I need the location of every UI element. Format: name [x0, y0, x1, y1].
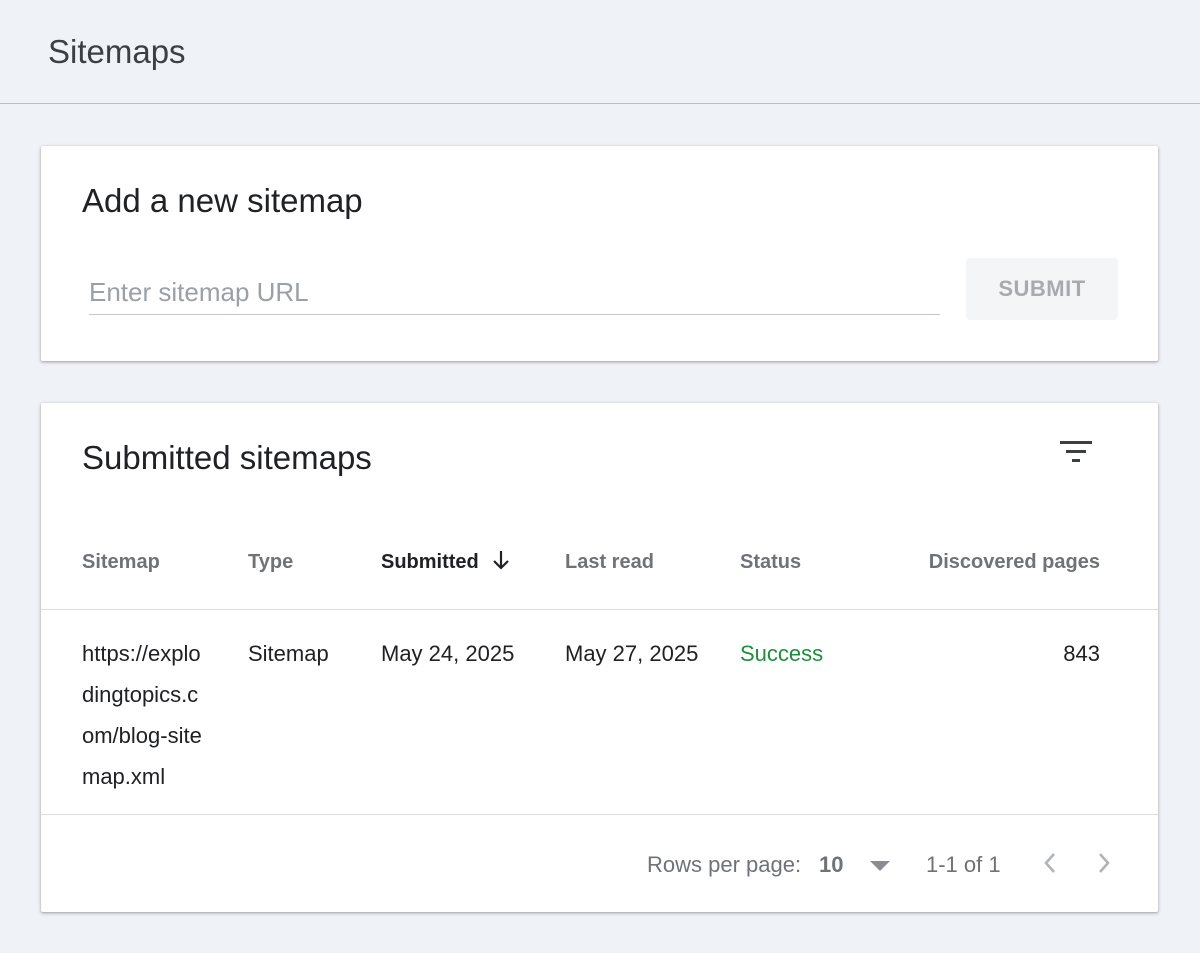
- page-title: Sitemaps: [48, 33, 186, 70]
- page-range: 1-1 of 1: [926, 852, 1001, 877]
- rows-per-page-select[interactable]: 10: [819, 851, 843, 879]
- submitted-sitemaps-card: Submitted sitemaps Sitemap Type Submitte…: [41, 403, 1158, 912]
- pagination-footer: Rows per page: 10 1-1 of 1: [41, 815, 1158, 912]
- submitted-date-cell: May 24, 2025: [381, 641, 515, 666]
- column-header-discovered-pages[interactable]: Discovered pages: [929, 549, 1100, 575]
- page-header: Sitemaps: [0, 0, 1200, 104]
- chevron-right-icon[interactable]: [1093, 850, 1115, 876]
- last-read-cell: May 27, 2025: [565, 641, 699, 666]
- column-header-submitted[interactable]: Submitted: [381, 549, 511, 575]
- add-sitemap-title: Add a new sitemap: [82, 182, 363, 219]
- status-badge: Success: [740, 641, 824, 666]
- table-header: Sitemap Type Submitted Last read Status …: [41, 533, 1158, 610]
- submit-button[interactable]: SUBMIT: [966, 258, 1118, 320]
- chevron-left-icon[interactable]: [1039, 850, 1061, 876]
- sitemap-url-cell: https://explodingtopics.com/blog-sitemap…: [82, 641, 202, 789]
- column-header-type[interactable]: Type: [248, 549, 293, 575]
- filter-icon[interactable]: [1059, 439, 1093, 465]
- discovered-pages-cell: 843: [1063, 641, 1100, 666]
- type-cell: Sitemap: [248, 641, 329, 666]
- add-sitemap-card: Add a new sitemap SUBMIT: [41, 146, 1158, 361]
- dropdown-arrow-icon[interactable]: [869, 859, 891, 873]
- table-row[interactable]: https://explodingtopics.com/blog-sitemap…: [41, 610, 1158, 815]
- column-header-sitemap[interactable]: Sitemap: [82, 549, 160, 575]
- rows-per-page-label: Rows per page:: [647, 852, 802, 877]
- column-header-last-read[interactable]: Last read: [565, 549, 654, 575]
- arrow-down-icon: [493, 550, 509, 570]
- column-header-status[interactable]: Status: [740, 549, 801, 575]
- sitemap-url-input[interactable]: [89, 271, 940, 315]
- submitted-sitemaps-title: Submitted sitemaps: [82, 439, 372, 476]
